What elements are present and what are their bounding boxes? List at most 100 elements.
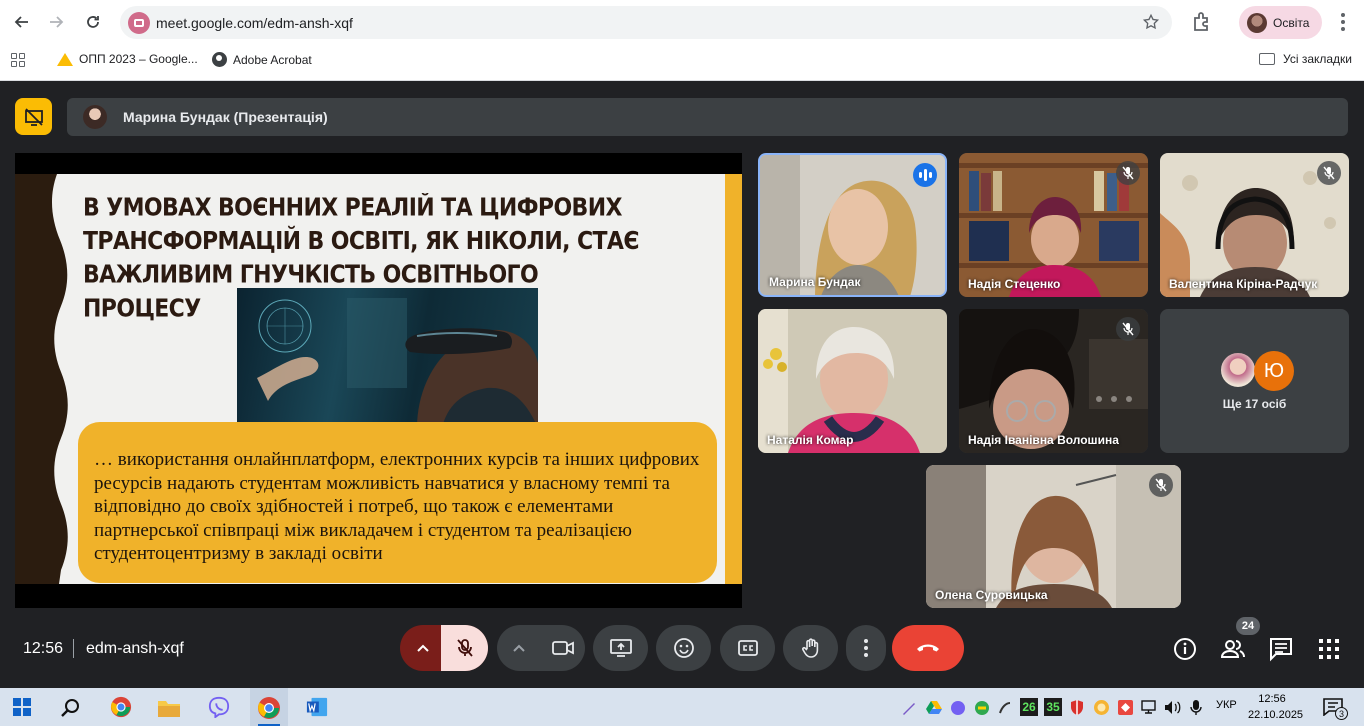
speaker-icon[interactable] <box>1164 700 1181 715</box>
bookmark-adobe-acrobat[interactable]: Adobe Acrobat <box>212 52 312 67</box>
people-button[interactable] <box>1220 636 1246 662</box>
reactions-button[interactable] <box>656 625 711 671</box>
chevron-up-icon <box>417 644 429 652</box>
people-icon <box>1220 640 1245 658</box>
meeting-code: edm-ansh-xqf <box>86 640 184 657</box>
divider <box>73 639 74 658</box>
participant-name: Наталія Комар <box>767 433 854 447</box>
profile-name: Освіта <box>1273 15 1310 30</box>
meeting-details-button[interactable] <box>1172 636 1198 662</box>
word-icon[interactable] <box>305 696 329 718</box>
chrome-icon[interactable] <box>109 696 133 718</box>
address-bar[interactable]: meet.google.com/edm-ansh-xqf <box>120 6 1172 39</box>
chevron-up-icon <box>513 644 525 652</box>
reload-icon <box>87 16 99 28</box>
camera-options-button[interactable] <box>497 625 541 671</box>
site-info-icon[interactable] <box>128 11 150 34</box>
leave-call-button[interactable] <box>892 625 964 671</box>
emoji-icon <box>673 638 694 658</box>
chat-button[interactable] <box>1268 636 1294 662</box>
participant-name: Марина Бундак <box>769 275 861 289</box>
app-tray-icon[interactable] <box>1093 699 1110 716</box>
mic-control-group <box>400 625 488 671</box>
presentation-banner: Марина Бундак (Презентація) <box>67 98 1348 136</box>
browser-menu-button[interactable] <box>1334 10 1352 34</box>
captions-button[interactable] <box>720 625 775 671</box>
extensions-icon[interactable] <box>1190 10 1214 34</box>
google-drive-icon <box>57 52 73 66</box>
raise-hand-button[interactable] <box>783 625 838 671</box>
app-tray-icon[interactable] <box>974 700 990 716</box>
chat-icon <box>1270 638 1292 662</box>
pen-icon[interactable] <box>901 700 917 716</box>
tray-counter[interactable]: 35 <box>1044 698 1062 716</box>
forward-button[interactable] <box>43 8 71 36</box>
participant-video <box>926 465 1181 608</box>
apps-grid-icon[interactable] <box>11 53 25 67</box>
meet-stage: Марина Бундак (Презентація) В УМОВАХ ВОЄ… <box>0 81 1364 687</box>
network-icon[interactable] <box>1141 700 1158 715</box>
people-count-badge: 24 <box>1236 617 1260 635</box>
file-explorer-icon[interactable] <box>157 697 181 719</box>
bookmark-star-icon[interactable] <box>1142 13 1160 31</box>
back-button[interactable] <box>7 8 35 36</box>
presentation-screen[interactable]: В УМОВАХ ВОЄННИХ РЕАЛІЙ ТА ЦИФРОВИХ ТРАН… <box>15 153 742 608</box>
present-screen-button[interactable] <box>593 625 648 671</box>
muted-mic-icon <box>1116 161 1140 185</box>
notification-count: 3 <box>1335 707 1348 720</box>
reload-button[interactable] <box>79 8 107 36</box>
taskbar-active-app[interactable] <box>250 688 288 726</box>
search-icon[interactable] <box>60 697 82 719</box>
slide-quote: … використання онлайнплатформ, електронн… <box>94 449 700 564</box>
taskbar-clock[interactable]: 12:56 22.10.2025 <box>1248 691 1303 723</box>
all-bookmarks-button[interactable]: Усі закладки <box>1259 52 1352 66</box>
muted-mic-icon <box>1317 161 1341 185</box>
participant-tile[interactable]: Наталія Комар <box>758 309 947 453</box>
muted-mic-icon <box>1116 317 1140 341</box>
present-screen-icon <box>609 639 632 657</box>
viber-icon[interactable] <box>207 696 231 718</box>
bookmark-opp[interactable]: ОПП 2023 – Google... <box>57 52 198 66</box>
muted-mic-icon <box>1149 473 1173 497</box>
viber-tray-icon[interactable] <box>950 700 966 716</box>
participant-tile[interactable]: Надія Стеценко <box>959 153 1148 297</box>
profile-avatar <box>1247 12 1267 33</box>
taskbar-time: 12:56 <box>1258 693 1286 705</box>
participant-tile[interactable]: Валентина Кіріна-Радчук <box>1160 153 1349 297</box>
speaking-indicator <box>913 163 937 187</box>
more-options-button[interactable] <box>846 625 886 671</box>
all-bookmarks-label: Усі закладки <box>1283 52 1353 66</box>
vr-headset-image <box>257 298 538 428</box>
anydesk-icon[interactable] <box>1117 699 1134 716</box>
windows-start-icon[interactable] <box>12 697 32 717</box>
accessibility-tray-icon[interactable] <box>997 700 1013 716</box>
participant-avatar-letter: Ю <box>1254 351 1294 391</box>
more-participants-tile[interactable]: Ю Ще 17 осіб <box>1160 309 1349 453</box>
profile-button[interactable]: Освіта <box>1239 6 1322 39</box>
tray-counter[interactable]: 26 <box>1020 698 1038 716</box>
mic-off-icon <box>456 639 473 657</box>
participant-tile[interactable]: Олена Суровицька <box>926 465 1181 608</box>
participant-tile[interactable]: Надія Іванівна Волошина <box>959 309 1148 453</box>
hand-icon <box>801 638 818 658</box>
participant-tile[interactable]: Марина Бундак <box>758 153 947 297</box>
slide-decor-wave <box>15 174 68 584</box>
bookmark-label: Adobe Acrobat <box>233 52 312 67</box>
mic-toggle-button[interactable] <box>441 625 488 671</box>
shield-icon[interactable] <box>1069 699 1085 716</box>
camera-control-group <box>497 625 585 671</box>
language-indicator[interactable]: УКР <box>1216 699 1237 711</box>
stop-presenting-button[interactable] <box>15 98 52 135</box>
camera-toggle-button[interactable] <box>541 625 585 671</box>
presentation-off-icon <box>24 107 43 126</box>
activities-button[interactable] <box>1316 636 1342 662</box>
meeting-clock: 12:56 <box>23 640 64 657</box>
mic-options-button[interactable] <box>400 625 446 671</box>
participant-name: Олена Суровицька <box>935 588 1048 602</box>
microphone-icon[interactable] <box>1190 699 1202 716</box>
arrow-left-icon <box>14 16 28 28</box>
notifications-button[interactable]: 3 <box>1323 698 1348 720</box>
participant-name: Надія Іванівна Волошина <box>968 433 1119 447</box>
folder-icon <box>1259 53 1275 65</box>
google-drive-tray-icon[interactable] <box>926 700 942 715</box>
